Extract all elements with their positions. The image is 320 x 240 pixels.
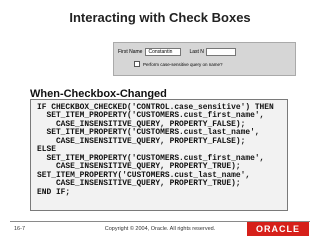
last-name-field[interactable] (205, 48, 236, 56)
code-listing: IF CHECKBOX_CHECKED('CONTROL.case_sensit… (37, 103, 274, 197)
case-sensitive-row: Perform case-sensitive query on name? (134, 61, 223, 67)
case-sensitive-label: Perform case-sensitive query on name? (143, 61, 223, 67)
slide-title: Interacting with Check Boxes (69, 10, 251, 25)
first-name-field[interactable]: Constantin (145, 48, 182, 56)
last-name-label: Last N (189, 49, 204, 55)
code-box: IF CHECKBOX_CHECKED('CONTROL.case_sensit… (30, 99, 288, 211)
form-screenshot: First Name Constantin Last N Perform cas… (113, 42, 296, 76)
case-sensitive-checkbox[interactable] (134, 61, 140, 67)
oracle-logo: ORACLE (247, 222, 309, 236)
first-name-row: First Name Constantin Last N (118, 47, 236, 57)
first-name-label: First Name (118, 49, 143, 55)
